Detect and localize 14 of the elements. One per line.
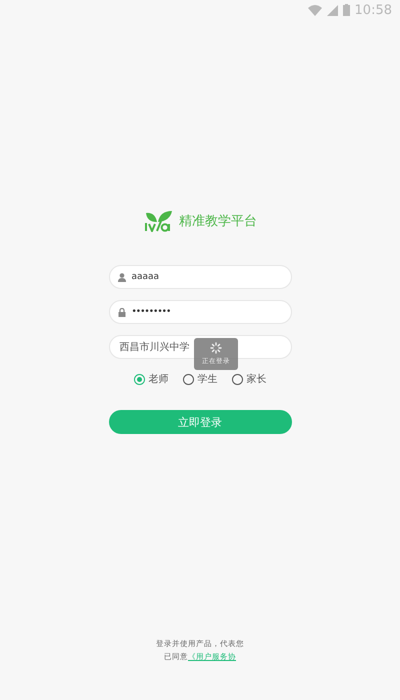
role-radio[interactable]: 家长 <box>232 372 266 386</box>
battery-icon <box>342 4 350 16</box>
logo-icon <box>143 210 173 232</box>
password-field[interactable]: ••••••••• <box>108 300 292 324</box>
spinner-icon <box>210 342 222 354</box>
lock-icon <box>118 308 126 316</box>
role-radio[interactable]: 老师 <box>134 372 168 386</box>
status-time: 10:58 <box>354 2 392 18</box>
wifi-icon <box>308 4 322 16</box>
role-radio[interactable]: 学生 <box>182 372 218 386</box>
app-title: 精准教学平台 <box>179 213 257 230</box>
signal-icon <box>326 4 338 16</box>
username-field[interactable]: aaaaa <box>108 265 292 289</box>
user-icon <box>118 272 126 282</box>
